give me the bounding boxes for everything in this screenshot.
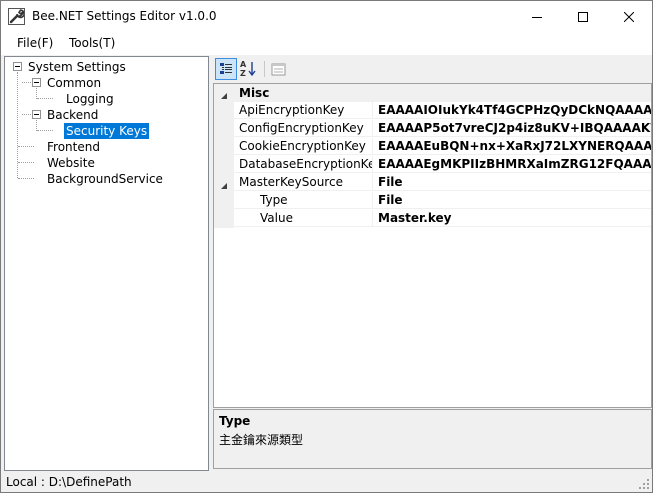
property-value[interactable]: Master.key (373, 210, 651, 227)
maximize-icon (578, 11, 588, 22)
description-pane: Type 主金鑰來源類型 (213, 409, 652, 469)
app-window: Bee.NET Settings Editor v1.0.0 File(F) T… (0, 0, 653, 493)
property-value[interactable]: EAAAAEgMKPIIzBHMRXaImZRG12FQAAAAk+ (373, 156, 651, 173)
tree-line (22, 114, 31, 116)
collapse-toggle[interactable] (32, 110, 41, 119)
property-value[interactable]: File (373, 192, 651, 209)
property-name: ConfigEncryptionKey (234, 120, 373, 137)
collapse-toggle[interactable] (32, 78, 41, 87)
collapse-icon[interactable] (220, 179, 228, 189)
tree-line (22, 82, 31, 84)
status-text: Local : D:\DefinePath (6, 475, 132, 489)
property-name: MasterKeySource (234, 174, 373, 191)
svg-text:Z: Z (240, 69, 246, 78)
category-label: Misc (234, 84, 651, 102)
property-pages-icon (268, 63, 290, 83)
collapse-icon[interactable] (220, 89, 228, 99)
title-bar: Bee.NET Settings Editor v1.0.0 (1, 1, 652, 32)
minimize-icon (532, 12, 542, 22)
tree-node-system-settings[interactable]: System Settings (28, 59, 126, 75)
property-value[interactable]: EAAAAIOIukYk4Tf4GCPHzQyDCkNQAAAAe/U0 (373, 102, 651, 119)
status-bar: Local : D:\DefinePath (1, 472, 652, 492)
property-pages-button[interactable] (268, 58, 290, 80)
collapse-toggle[interactable] (13, 62, 22, 71)
close-button[interactable] (606, 1, 652, 32)
tree-node-backgroundservice[interactable]: BackgroundService (47, 171, 163, 187)
tree-node-website[interactable]: Website (47, 155, 95, 171)
tree-node-frontend[interactable]: Frontend (47, 139, 100, 155)
property-row[interactable]: ApiEncryptionKey EAAAAIOIukYk4Tf4GCPHzQy… (214, 102, 651, 120)
tree-node-backend[interactable]: Backend (47, 107, 98, 123)
property-name: Value (234, 210, 373, 227)
maximize-button[interactable] (560, 1, 606, 32)
property-grid-body: Misc ApiEncryptionKey EAAAAIOIukYk4Tf4GC… (213, 83, 652, 408)
tree-line (37, 130, 53, 132)
tree-line (37, 98, 53, 100)
property-row[interactable]: DatabaseEncryptionKey EAAAAEgMKPIIzBHMRX… (214, 156, 651, 174)
sort-az-icon: A Z (238, 60, 260, 83)
tree-node-common[interactable]: Common (47, 75, 101, 91)
property-row[interactable]: ConfigEncryptionKey EAAAAP5ot7vreCJ2p4iz… (214, 120, 651, 138)
tree-node-logging[interactable]: Logging (66, 91, 114, 107)
tree-line (18, 146, 34, 148)
tree-line (18, 162, 34, 164)
menu-tools[interactable]: Tools(T) (69, 36, 115, 50)
property-row[interactable]: Value Master.key (214, 210, 651, 228)
minimize-button[interactable] (514, 1, 560, 32)
tree-node-security-keys[interactable]: Security Keys (64, 123, 150, 139)
menu-file[interactable]: File(F) (17, 36, 53, 50)
property-grid: A Z Misc ApiEncryptionKey EAAAAIOIukYk4T… (213, 56, 652, 469)
property-grid-toolbar: A Z (213, 56, 652, 82)
categorized-view-icon (216, 63, 236, 82)
property-name: DatabaseEncryptionKey (234, 156, 373, 173)
svg-text:A: A (240, 60, 247, 69)
wrench-icon (8, 8, 25, 25)
property-value[interactable]: EAAAAP5ot7vreCJ2p4iz8uKV+IBQAAAAKWPU (373, 120, 651, 137)
tree-line (18, 178, 34, 180)
property-name: ApiEncryptionKey (234, 102, 373, 119)
property-row[interactable]: CookieEncryptionKey EAAAAEuBQN+nx+XaRxJ7… (214, 138, 651, 156)
property-row[interactable]: Type File (214, 192, 651, 210)
alphabetical-button[interactable]: A Z (238, 58, 260, 80)
close-icon (624, 11, 634, 22)
property-value[interactable]: File (373, 174, 651, 191)
menu-bar: File(F) Tools(T) (1, 32, 652, 55)
resize-grip-icon[interactable] (638, 478, 650, 490)
categorized-button[interactable] (215, 58, 237, 80)
property-name: Type (234, 192, 373, 209)
property-name: CookieEncryptionKey (234, 138, 373, 155)
settings-tree[interactable]: System Settings Common Logging Backend S… (4, 56, 209, 471)
property-value[interactable]: EAAAAEuBQN+nx+XaRxJ72LXYNERQAAAA96 (373, 138, 651, 155)
window-title: Bee.NET Settings Editor v1.0.0 (32, 9, 217, 23)
property-row[interactable]: MasterKeySource File (214, 174, 651, 192)
description-title: Type (219, 414, 251, 428)
toolbar-separator (264, 61, 265, 77)
description-text: 主金鑰來源類型 (219, 433, 304, 447)
category-row[interactable]: Misc (214, 84, 651, 102)
